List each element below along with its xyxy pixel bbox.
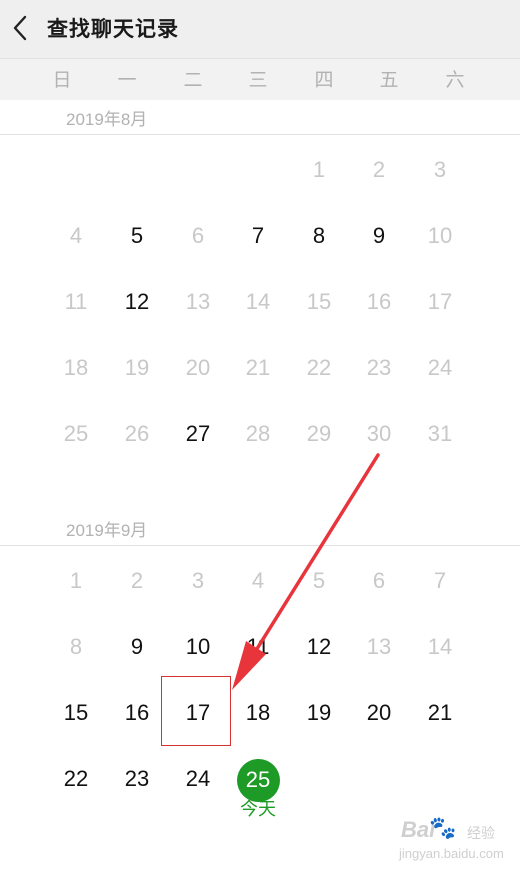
day-cell: 11 [64,289,88,314]
day-cell: 30 [366,421,392,446]
day-cell: 8 [69,634,83,659]
day-cell: 18 [63,355,89,380]
day-cell[interactable]: 11 [230,627,286,667]
day-cell: 13 [185,289,211,314]
day-cell: 1 [312,157,326,182]
day-cell[interactable]: 15 [48,693,104,733]
watermark: Bai 🐾 经验 jingyan.baidu.com [395,815,515,870]
day-cell: 13 [366,634,392,659]
day-cell: 6 [191,223,205,248]
chevron-left-icon[interactable] [8,11,38,45]
day-cell: 20 [185,355,211,380]
watermark-url: jingyan.baidu.com [399,846,504,861]
day-cell[interactable]: 20 [351,693,407,733]
day-cell: 7 [433,568,447,593]
day-cell[interactable]: 16 [109,693,165,733]
day-cell: 15 [306,289,332,314]
day-cell[interactable]: 22 [48,759,104,799]
day-cell[interactable]: 24 [170,759,226,799]
day-cell: 19 [124,355,150,380]
day-cell[interactable]: 27 [170,414,226,454]
weekday-header: 日 一 二 三 四 五 六 [0,58,520,101]
highlight-box [161,676,231,746]
day-cell: 28 [245,421,271,446]
day-cell: 26 [124,421,150,446]
day-cell: 2 [130,568,144,593]
today-label: 今天 [240,799,276,820]
day-cell[interactable]: 9 [109,627,165,667]
day-cell: 25 [63,421,89,446]
day-cell: 3 [191,568,205,593]
day-cell[interactable]: 9 [351,216,407,256]
day-cell: 22 [306,355,332,380]
day-cell[interactable]: 5 [109,216,165,256]
weekday-thu: 四 [314,69,334,91]
weekday-wed: 三 [248,69,268,91]
day-cell: 10 [427,223,453,248]
day-cell: 6 [372,568,386,593]
day-cell: 1 [69,568,83,593]
day-cell[interactable]: 23 [109,759,165,799]
day-cell: 16 [366,289,392,314]
day-cell[interactable]: 21 [412,693,468,733]
day-cell: 31 [427,421,453,446]
day-cell[interactable]: 18 [230,693,286,733]
day-cell: 23 [366,355,392,380]
month-label: 2019年9月 [66,521,148,540]
day-cell: 2 [372,157,386,182]
day-cell: 14 [427,634,453,659]
day-cell: 21 [245,355,271,380]
weekday-sat: 六 [445,69,465,91]
weekday-tue: 二 [183,69,203,91]
day-cell: 4 [69,223,83,248]
day-cell: 24 [427,355,453,380]
title-bar: 查找聊天记录 [0,0,520,58]
watermark-sub: 经验 [467,825,495,841]
paw-icon: 🐾 [429,815,457,840]
day-cell: 5 [312,568,326,593]
weekday-sun: 日 [52,69,72,91]
day-cell[interactable]: 7 [230,216,286,256]
page-title: 查找聊天记录 [47,17,179,41]
day-cell[interactable]: 12 [109,282,165,322]
month-header-aug: 2019年8月 [0,100,520,135]
day-cell: 3 [433,157,447,182]
day-cell: 17 [427,289,453,314]
day-cell: 4 [251,568,265,593]
day-cell-today[interactable]: 25 [230,760,286,800]
month-label: 2019年8月 [66,110,148,129]
month-header-sep: 2019年9月 [0,511,520,546]
day-cell[interactable]: 19 [291,693,347,733]
day-cell[interactable]: 10 [170,627,226,667]
weekday-mon: 一 [117,69,137,91]
weekday-fri: 五 [379,69,399,91]
day-cell[interactable]: 8 [291,216,347,256]
day-cell: 29 [306,421,332,446]
day-cell[interactable]: 12 [291,627,347,667]
day-cell: 14 [245,289,271,314]
